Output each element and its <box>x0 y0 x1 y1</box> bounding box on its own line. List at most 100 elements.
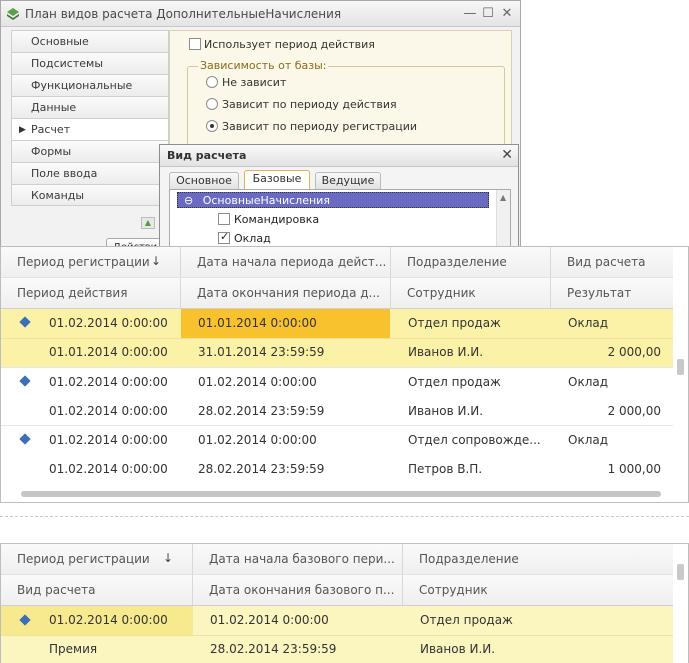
sort-desc-icon[interactable]: ↓ <box>151 254 161 268</box>
move-up-icon[interactable]: ▲ <box>141 217 155 229</box>
tree-root-label: ОсновныеНачисления <box>202 194 330 207</box>
cell-vid-rascheta: Оклад <box>568 375 609 389</box>
dialog-title: Вид расчета <box>167 149 247 162</box>
table-row[interactable]: 01.02.2014 0:00:00 01.01.2014 0:00:00 От… <box>1 309 673 367</box>
table-row[interactable]: 01.02.2014 0:00:00 01.02.2014 0:00:00 От… <box>1 606 673 663</box>
maximize-icon[interactable]: ☐ <box>479 5 497 23</box>
col-header-vid-rascheta[interactable]: Вид расчета <box>551 247 673 277</box>
col-header-data-okonchaniya[interactable]: Дата окончания периода д... <box>181 278 391 308</box>
cell-podrazdelenie: Отдел продаж <box>408 316 501 330</box>
tab-vedushchie[interactable]: Ведущие <box>315 172 381 189</box>
close-icon[interactable]: ✕ <box>498 5 516 23</box>
table-header-row: Период действия Дата окончания периода д… <box>1 278 673 309</box>
sidebar-item-formy[interactable]: Формы <box>11 140 169 162</box>
tab-osnovnoe[interactable]: Основное <box>169 172 239 189</box>
radio-ne-zavisit[interactable] <box>206 76 218 88</box>
col-header-podrazdelenie[interactable]: Подразделение <box>403 544 673 574</box>
tree-root-row[interactable]: ⊖ ОсновныеНачисления <box>177 192 489 208</box>
base-dependency-title: Зависимость от базы: <box>198 59 329 72</box>
cell-rezultat: 2 000,00 <box>607 404 661 418</box>
scroll-up-icon[interactable]: ▲ <box>500 193 506 202</box>
vertical-scrollbar[interactable] <box>675 247 685 487</box>
cell-sotrudnik: Иванов И.И. <box>408 345 484 359</box>
sidebar-item-funkcionalnye-opcii[interactable]: Функциональные опции <box>11 74 169 113</box>
record-marker-icon <box>19 375 31 387</box>
tree-item-label: Командировка <box>234 213 320 226</box>
cell-vid-rascheta: Оклад <box>568 316 609 330</box>
sidebar-item-label: Команды <box>31 189 85 202</box>
cell-data-okonchaniya: 28.02.2014 23:59:59 <box>198 404 325 418</box>
col-header-sotrudnik[interactable]: Сотрудник <box>403 575 673 605</box>
col-header-data-nachala-bazovogo[interactable]: Дата начала базового пери... <box>193 544 403 574</box>
sidebar-item-label: Данные <box>31 101 77 114</box>
cell-period-deistviya: 01.01.2014 0:00:00 <box>49 345 168 359</box>
col-header-data-nachala[interactable]: Дата начала периода дейст... <box>181 247 391 277</box>
cell-sotrudnik: Иванов И.И. <box>420 642 496 656</box>
cell-rezultat: 2 000,00 <box>607 345 661 359</box>
cell-rezultat: 1 000,00 <box>607 462 661 476</box>
table-header-row: Вид расчета Дата окончания базового п...… <box>1 575 673 606</box>
cell-period-registracii: 01.02.2014 0:00:00 <box>49 433 168 447</box>
col-header-sotrudnik[interactable]: Сотрудник <box>391 278 551 308</box>
table-row[interactable]: 01.02.2014 0:00:00 01.02.2014 0:00:00 От… <box>1 425 673 483</box>
radio-po-periodu-registracii[interactable] <box>206 120 218 132</box>
tree-item-checkbox[interactable] <box>218 213 230 225</box>
window-titlebar[interactable]: План видов расчета ДополнительныеНачисле… <box>1 1 520 27</box>
sidebar-item-podsistemy[interactable]: Подсистемы <box>11 52 169 74</box>
sidebar-item-label: Расчет <box>31 123 71 136</box>
records-table: Период регистрации ↓ Дата начала периода … <box>0 246 689 503</box>
uses-period-checkbox[interactable] <box>189 38 201 50</box>
cell-data-nachala: 01.02.2014 0:00:00 <box>198 433 317 447</box>
collapse-icon[interactable]: ⊖ <box>184 194 193 207</box>
section-divider <box>0 516 689 517</box>
horizontal-scrollbar[interactable] <box>1 488 673 502</box>
col-header-rezultat[interactable]: Результат <box>551 278 673 308</box>
sidebar-item-dannye[interactable]: Данные <box>11 96 169 118</box>
sort-desc-icon[interactable]: ↓ <box>163 551 173 565</box>
minimize-icon[interactable]: — <box>461 5 479 23</box>
radio-po-periodu-deistviya[interactable] <box>206 98 218 110</box>
app-icon <box>7 8 19 20</box>
table-header-row: Период регистрации ↓ Дата начала базового… <box>1 544 673 575</box>
sidebar-item-label: Подсистемы <box>31 57 104 70</box>
sidebar-item-komandy[interactable]: Команды <box>11 184 169 206</box>
cell-sotrudnik: Петров В.П. <box>408 462 483 476</box>
col-header-vid-rascheta[interactable]: Вид расчета <box>1 575 193 605</box>
col-header-period-registracii[interactable]: Период регистрации ↓ <box>1 247 181 277</box>
cell-sotrudnik: Иванов И.И. <box>408 404 484 418</box>
sidebar-item-osnovnye[interactable]: Основные <box>11 30 169 52</box>
record-marker-icon <box>19 316 31 328</box>
calc-kind-dialog: Вид расчета ✕ Основное Базовые Ведущие ⊖… <box>159 144 519 262</box>
radio-label: Не зависит <box>222 76 287 89</box>
record-marker-icon <box>19 433 31 445</box>
cell-data-nachala: 01.01.2014 0:00:00 <box>198 316 317 330</box>
dialog-titlebar[interactable]: Вид расчета ✕ <box>160 145 518 167</box>
col-header-period-registracii[interactable]: Период регистрации ↓ <box>1 544 193 574</box>
col-header-data-okonchaniya-bazovogo[interactable]: Дата окончания базового п... <box>193 575 403 605</box>
sidebar-item-label: Основные <box>31 35 89 48</box>
col-header-period-deistviya[interactable]: Период действия <box>1 278 181 308</box>
sidebar-item-raschet[interactable]: ▶ Расчет <box>11 118 169 140</box>
close-icon[interactable]: ✕ <box>501 147 513 163</box>
vertical-scrollbar[interactable] <box>675 544 685 662</box>
cell-data-okonchaniya: 31.01.2014 23:59:59 <box>198 345 325 359</box>
radio-label: Зависит по периоду действия <box>222 98 397 111</box>
scroll-thumb[interactable] <box>677 564 684 580</box>
cell-period-registracii: 01.02.2014 0:00:00 <box>49 613 168 627</box>
sidebar: Основные Подсистемы Функциональные опции… <box>11 30 169 206</box>
sidebar-item-label: Поле ввода <box>31 167 98 180</box>
tree-item-checkbox[interactable] <box>218 230 230 244</box>
window-title: План видов расчета ДополнительныеНачисле… <box>25 7 342 21</box>
sidebar-item-label: Формы <box>31 145 72 158</box>
sidebar-item-pole-vvoda[interactable]: Поле ввода <box>11 162 169 184</box>
table-row[interactable]: 01.02.2014 0:00:00 01.02.2014 0:00:00 От… <box>1 367 673 425</box>
cell-data-okonchaniya: 28.02.2014 23:59:59 <box>198 462 325 476</box>
cell-podrazdelenie: Отдел сопровожде... <box>408 433 541 447</box>
scroll-thumb[interactable] <box>677 359 684 375</box>
tab-bazovye[interactable]: Базовые <box>244 170 310 189</box>
cell-period-deistviya: 01.02.2014 0:00:00 <box>49 462 168 476</box>
col-header-podrazdelenie[interactable]: Подразделение <box>391 247 551 277</box>
scroll-thumb[interactable] <box>21 491 661 497</box>
cell-data-nachala: 01.02.2014 0:00:00 <box>210 613 329 627</box>
cell-data-okonchaniya: 28.02.2014 23:59:59 <box>210 642 337 656</box>
